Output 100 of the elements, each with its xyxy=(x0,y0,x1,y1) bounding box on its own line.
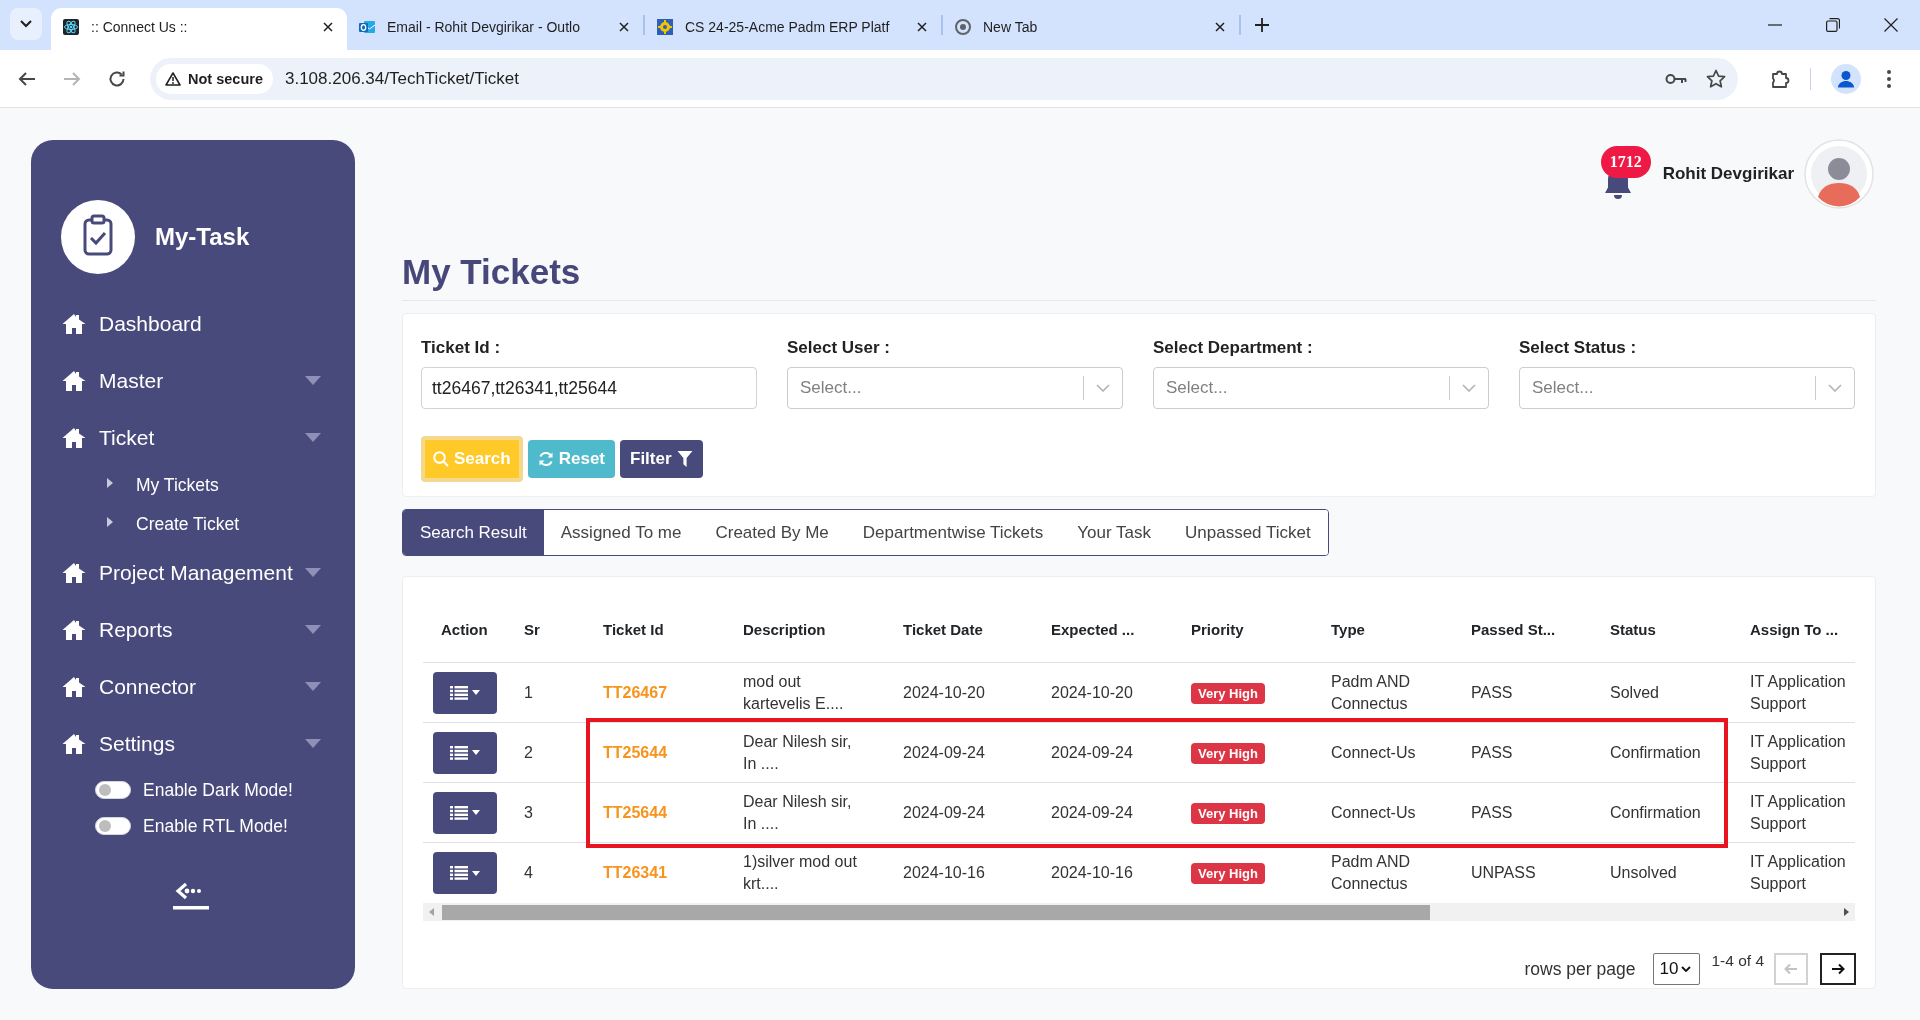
nav-item[interactable]: Ticket xyxy=(61,409,321,466)
atom-icon xyxy=(63,19,79,35)
toggle-switch[interactable] xyxy=(95,817,131,835)
list-icon xyxy=(450,866,468,880)
triangle-right-icon xyxy=(107,516,113,527)
gear-icon xyxy=(657,19,673,35)
table-cell-text: 1)silver mod out krt.... xyxy=(742,852,858,894)
profile-icon[interactable] xyxy=(1831,63,1861,94)
priority-badge: Very High xyxy=(1191,802,1265,824)
field-label: Select User : xyxy=(787,337,891,359)
toggle-label: Enable RTL Mode! xyxy=(143,815,288,837)
triangle-right-icon xyxy=(107,477,113,488)
mail-icon xyxy=(359,19,375,35)
chevron-down-icon xyxy=(1096,384,1110,392)
row-actions-button[interactable] xyxy=(433,731,497,774)
url-text: 3.108.206.34/TechTicket/Ticket xyxy=(284,68,519,89)
restore-icon[interactable] xyxy=(1826,18,1840,32)
triangle-right-icon[interactable] xyxy=(1844,908,1849,916)
horizontal-scrollbar[interactable] xyxy=(423,903,1855,921)
back-arrow-icon[interactable] xyxy=(18,69,36,88)
row-actions-button[interactable] xyxy=(433,852,497,894)
column-header: Assign To ... xyxy=(1732,597,1855,663)
next-page-button[interactable] xyxy=(1820,953,1856,985)
back-arrow-icon[interactable] xyxy=(173,880,209,910)
caret-down-icon xyxy=(472,810,480,815)
close-icon[interactable] xyxy=(1884,18,1898,32)
puzzle-icon[interactable] xyxy=(1770,68,1790,89)
table-cell: PASS xyxy=(1453,723,1592,783)
result-tab[interactable]: Created By Me xyxy=(698,510,846,555)
table-cell: Confirmation xyxy=(1592,723,1732,783)
priority-badge: Very High xyxy=(1191,742,1265,764)
chevron-down-icon xyxy=(20,20,32,28)
nav-item[interactable]: Dashboard xyxy=(61,295,321,352)
table-cell: PASS xyxy=(1453,783,1592,843)
caret-down-icon xyxy=(472,870,480,876)
reload-icon[interactable] xyxy=(108,69,126,88)
row-actions-button[interactable] xyxy=(433,671,497,714)
select-field[interactable]: Select... xyxy=(787,367,1123,409)
scrollbar-thumb[interactable] xyxy=(442,904,1430,920)
tab-list-button[interactable] xyxy=(10,8,42,40)
browser-tab[interactable]: New Tab xyxy=(943,8,1239,50)
result-tab[interactable]: Search Result xyxy=(403,510,544,555)
result-tab[interactable]: Departmentwise Tickets xyxy=(845,510,1061,555)
select-field[interactable]: Select... xyxy=(1519,367,1855,409)
table-cell: 2024-09-24 xyxy=(1033,783,1173,843)
toggle-switch[interactable] xyxy=(95,781,131,799)
more-icon[interactable] xyxy=(1887,69,1891,88)
column-header: Status xyxy=(1592,597,1732,663)
table-cell: Dear Nilesh sir, In .... xyxy=(725,783,885,843)
field-label: Ticket Id : xyxy=(421,337,502,359)
close-icon[interactable] xyxy=(619,22,629,32)
nav-item[interactable]: Reports xyxy=(61,601,321,658)
security-chip[interactable]: Not secure xyxy=(156,63,273,94)
close-icon[interactable] xyxy=(917,22,927,32)
plus-icon[interactable] xyxy=(1255,18,1269,32)
browser-tab[interactable]: CS 24-25-Acme Padm ERP Platf xyxy=(645,8,941,50)
key-icon[interactable] xyxy=(1665,72,1687,85)
avatar-icon[interactable] xyxy=(1804,139,1874,209)
table-cell: mod out kartevelis E.... xyxy=(725,663,885,723)
table-cell-text: 4 xyxy=(523,863,534,883)
list-icon xyxy=(450,745,468,760)
nav-item[interactable]: Project Management xyxy=(61,544,321,601)
table-cell-text: Padm AND Connectus xyxy=(1330,852,1412,894)
address-bar[interactable]: Not secure 3.108.206.34/TechTicket/Ticket xyxy=(150,57,1738,100)
priority-badge: Very High xyxy=(1191,863,1265,884)
toggle-label: Enable Dark Mode! xyxy=(143,779,293,801)
nav-item[interactable]: Settings xyxy=(61,715,321,772)
refresh-icon xyxy=(537,451,554,467)
nav-item[interactable]: Master xyxy=(61,352,321,409)
table-cell: Connect-Us xyxy=(1313,723,1453,783)
filter-button[interactable]: Filter xyxy=(620,440,703,478)
search-icon xyxy=(433,451,449,467)
table-cell: 1 xyxy=(506,663,585,723)
column-header: Action xyxy=(423,597,506,663)
page-size-select[interactable]: 10 xyxy=(1653,953,1701,985)
star-icon[interactable] xyxy=(1706,69,1726,88)
table-cell: Padm AND Connectus xyxy=(1313,663,1453,723)
ticket-id-field[interactable]: tt26467,tt26341,tt25644 xyxy=(421,367,757,409)
close-icon[interactable] xyxy=(1215,22,1225,32)
table-cell-text: Unsolved xyxy=(1609,863,1678,883)
result-tab[interactable]: Assigned To me xyxy=(543,510,699,555)
column-header: Passed St... xyxy=(1453,597,1592,663)
select-field[interactable]: Select... xyxy=(1153,367,1489,409)
home-icon xyxy=(62,427,86,448)
table-cell-text: IT Application Support xyxy=(1749,852,1847,894)
browser-tab[interactable]: Email - Rohit Devgirikar - Outlo xyxy=(347,8,643,50)
nav-item[interactable]: Connector xyxy=(61,658,321,715)
column-header: Priority xyxy=(1173,597,1313,663)
column-header: Description xyxy=(725,597,885,663)
result-tab[interactable]: Unpassed Ticket xyxy=(1168,510,1328,555)
table-cell: Confirmation xyxy=(1592,783,1732,843)
result-tab[interactable]: Your Task xyxy=(1060,510,1168,555)
field-label: Select Status : xyxy=(1519,337,1638,359)
row-actions-button[interactable] xyxy=(433,791,497,834)
nav-subitem[interactable]: My Tickets xyxy=(61,466,321,505)
nav-subitem[interactable]: Create Ticket xyxy=(61,505,321,544)
home-icon xyxy=(62,619,86,640)
browser-tab[interactable]: :: Connect Us :: xyxy=(51,8,347,50)
page-range: 1-4 of 4 xyxy=(1711,952,1764,970)
close-icon[interactable] xyxy=(323,22,333,32)
